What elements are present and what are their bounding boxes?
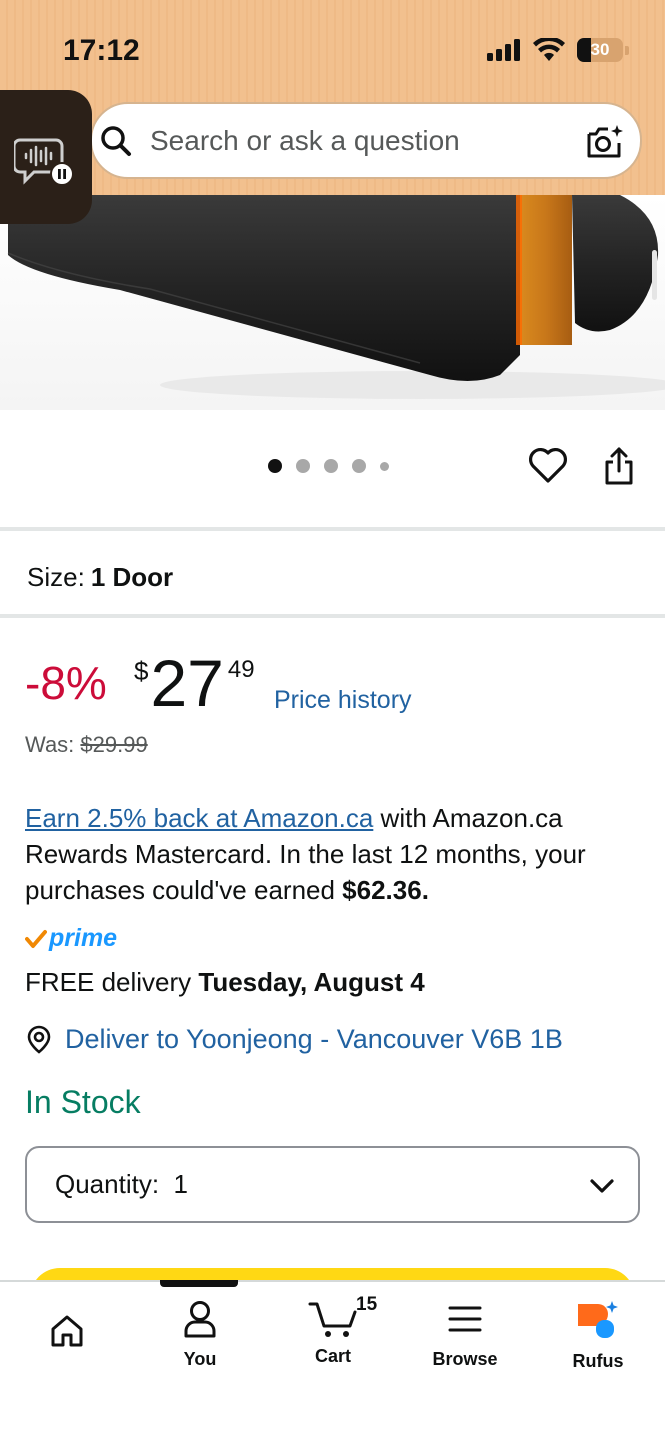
prime-logo: prime xyxy=(25,924,117,953)
voice-assistant-button[interactable] xyxy=(0,90,92,224)
image-scroll-indicator xyxy=(652,250,657,300)
share-icon[interactable] xyxy=(602,446,636,486)
person-icon xyxy=(184,1301,216,1338)
nav-browse-label: Browse xyxy=(432,1349,498,1369)
camera-search-icon[interactable] xyxy=(586,124,624,160)
signal-icon xyxy=(487,39,520,61)
rewards-link[interactable]: Earn 2.5% back at Amazon.ca xyxy=(25,803,373,833)
nav-home[interactable] xyxy=(12,1314,122,1353)
location-pin-icon xyxy=(27,1025,51,1054)
carousel-dot[interactable] xyxy=(268,459,282,473)
wifi-icon xyxy=(533,38,565,61)
product-image[interactable] xyxy=(0,195,665,410)
heart-icon[interactable] xyxy=(528,446,568,484)
nav-browse[interactable]: Browse xyxy=(410,1300,520,1370)
nav-you[interactable]: You xyxy=(145,1300,255,1370)
cart-count-badge: 15 xyxy=(356,1294,378,1315)
active-tab-indicator xyxy=(160,1280,238,1287)
menu-icon xyxy=(448,1306,482,1332)
carousel-dot[interactable] xyxy=(324,459,338,473)
carousel-dot[interactable] xyxy=(380,461,389,471)
deliver-to-text[interactable]: Deliver to Yoonjeong - Vancouver V6B 1B xyxy=(65,1024,563,1055)
cart-icon xyxy=(308,1302,357,1337)
discount-percent: -8% xyxy=(25,657,107,709)
battery-level: 30 xyxy=(590,40,610,59)
voice-assistant-icon xyxy=(14,138,74,186)
status-time: 17:12 xyxy=(63,34,140,67)
stock-status: In Stock xyxy=(25,1084,141,1120)
battery-tip xyxy=(625,45,629,55)
size-value: 1 Door xyxy=(90,562,174,592)
nav-cart-label: Cart xyxy=(314,1346,351,1366)
rewards-earned-amount: $62.36. xyxy=(342,875,429,905)
status-icons: 30 xyxy=(487,38,629,62)
size-label: Size: xyxy=(27,562,85,592)
divider xyxy=(0,614,665,618)
prime-label: prime xyxy=(49,924,118,952)
search-icon xyxy=(98,123,134,159)
carousel-dots[interactable] xyxy=(268,459,389,473)
price: $ 27 49 xyxy=(134,650,255,716)
delivery-date: Tuesday, August 4 xyxy=(198,967,425,997)
rufus-icon xyxy=(578,1301,618,1338)
price-whole: 27 xyxy=(150,646,224,720)
home-icon xyxy=(51,1315,83,1347)
rewards-offer: Earn 2.5% back at Amazon.ca with Amazon.… xyxy=(25,800,645,908)
delivery-prefix: FREE delivery xyxy=(25,967,199,997)
was-label: Was: xyxy=(25,732,75,757)
was-price: Was: $29.99 xyxy=(25,732,148,758)
battery-indicator: 30 xyxy=(577,38,623,62)
was-price-value: $29.99 xyxy=(80,732,148,757)
carousel-dot[interactable] xyxy=(352,459,366,473)
bottom-nav: You 15 Cart Browse Rufus xyxy=(0,1280,665,1440)
quantity-select[interactable]: Quantity: 1 xyxy=(25,1146,640,1223)
nav-rufus[interactable]: Rufus xyxy=(543,1300,653,1372)
deliver-to-link[interactable]: Deliver to Yoonjeong - Vancouver V6B 1B xyxy=(25,1024,563,1055)
chevron-down-icon xyxy=(590,1179,614,1193)
price-fraction: 49 xyxy=(227,656,255,683)
price-currency: $ xyxy=(134,656,149,686)
quantity-label: Quantity: 1 xyxy=(55,1169,188,1199)
quantity-value: 1 xyxy=(173,1169,188,1199)
nav-rufus-label: Rufus xyxy=(572,1351,624,1371)
search-input[interactable]: Search or ask a question xyxy=(150,125,460,157)
nav-cart[interactable]: 15 Cart xyxy=(278,1294,388,1367)
carousel-dot[interactable] xyxy=(296,459,310,473)
divider xyxy=(0,527,665,531)
delivery-info: FREE delivery Tuesday, August 4 xyxy=(25,967,425,998)
price-history-link[interactable]: Price history xyxy=(274,686,412,715)
prime-check-icon xyxy=(25,929,47,948)
search-bar[interactable]: Search or ask a question xyxy=(90,102,642,179)
nav-you-label: You xyxy=(183,1349,217,1369)
size-selector[interactable]: Size: 1 Door xyxy=(27,562,173,593)
app-header: 17:12 30 Search or ask a question xyxy=(0,0,665,195)
